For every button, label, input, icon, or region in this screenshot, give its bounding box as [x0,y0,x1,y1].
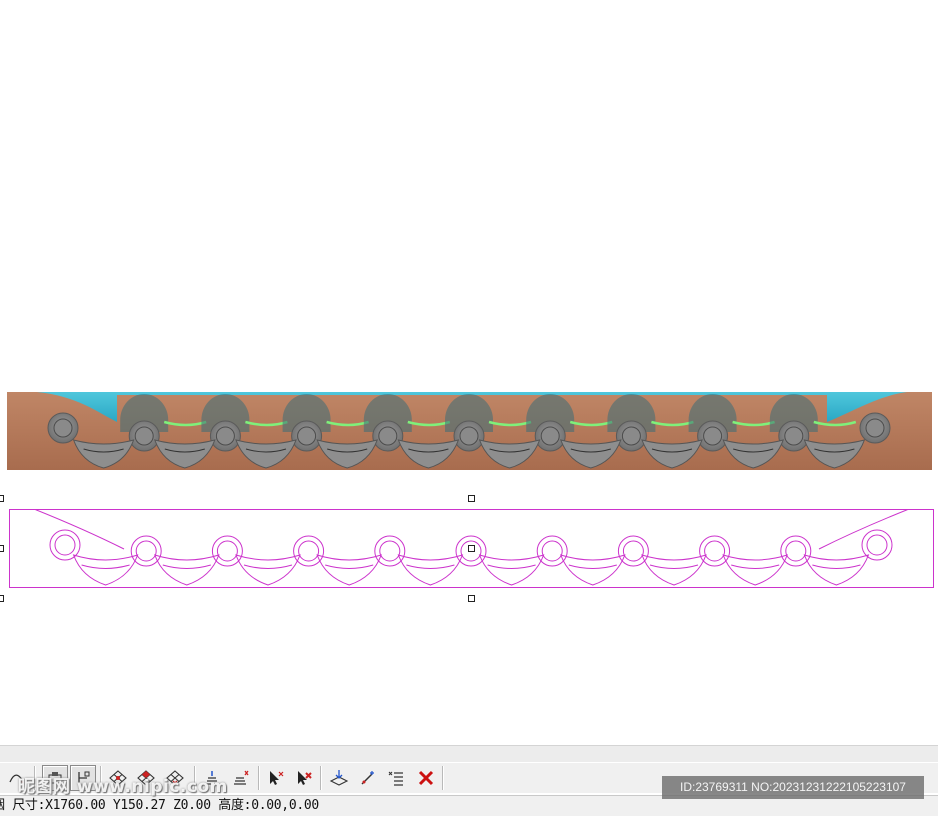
vector-ring-inner [866,534,888,556]
relief-ring-center [215,426,235,446]
vector-ring-inner [135,540,157,562]
vector-petal-inner [487,564,536,569]
vector-ring-inner [216,540,238,562]
relief-ring-center [459,426,479,446]
vector-left-swag [33,509,125,550]
selection-handle-bottom-left[interactable] [0,595,4,602]
selection-handle-top-left[interactable] [0,495,4,502]
vector-petal-outline [235,554,301,586]
relief-ring-center [784,426,804,446]
vector-bounding-box [9,509,934,588]
relief-ring-center [53,418,73,438]
vector-petal-outline [72,554,139,586]
vector-petal-outline [153,554,220,586]
vector-petal-inner [731,564,780,569]
layer-down-icon[interactable] [326,765,352,791]
vector-petal-outline [803,554,870,586]
vector-petal-inner [162,564,211,569]
vector-ring-inner [541,540,563,562]
vector-ring-inner [460,540,482,562]
align-stack-icon[interactable] [228,765,254,791]
vector-ring-inner [54,534,76,556]
vector-petal-outline [641,554,707,586]
relief-ring-center [297,426,317,446]
toolbar-separator [320,766,322,790]
relief-ring-center [865,418,885,438]
toolbar-separator [442,766,444,790]
list-edit-icon[interactable] [384,765,410,791]
wand-icon[interactable] [355,765,381,791]
vector-ring-inner [704,540,726,562]
selection-handle-bottom-center[interactable] [468,595,475,602]
relief-ring-center [134,426,154,446]
relief-ring-center [703,426,723,446]
vector-petal-outline [397,554,464,586]
vector-petal-inner [812,564,861,569]
vector-ring-inner [622,540,644,562]
vector-petal-outline [722,554,789,586]
relief-ring-center [378,426,398,446]
vector-ring-inner [785,540,807,562]
watermark-id-badge: ID:23769311 NO:20231231222105223107 [662,776,924,799]
vector-petal-outline [316,554,383,586]
design-canvas[interactable] [0,0,938,745]
vector-petal-outline [478,554,545,586]
toolbar-separator [258,766,260,790]
panel-divider [0,745,938,763]
vector-petal-inner [649,564,699,569]
selection-handle-top-center[interactable] [468,495,475,502]
relief-ring-center [540,426,560,446]
vector-petal-inner [243,564,293,569]
watermark-site-text: 昵图网 www.nipic.com [18,777,228,797]
vector-ring-inner [379,540,401,562]
delete-icon[interactable] [413,765,439,791]
vector-petal-inner [406,564,455,569]
status-bar-text: 裀 尺寸:X1760.00 Y150.27 Z0.00 高度:0.00,0.00 [0,798,319,813]
vector-outline-drawing[interactable] [9,509,934,588]
vector-petal-inner [568,564,617,569]
vector-petal-inner [81,564,130,569]
relief-ring-center [621,426,641,446]
vector-ring-inner [298,540,320,562]
relief-render-preview [7,392,932,470]
vector-petal-inner [325,564,374,569]
pointer-add-icon[interactable] [263,765,289,791]
selection-handle-middle-left[interactable] [0,545,4,552]
vector-petal-outline [559,554,626,586]
pointer-delete-icon[interactable] [291,765,317,791]
vector-right-swag [818,509,910,550]
vector-shape-group [33,509,910,586]
